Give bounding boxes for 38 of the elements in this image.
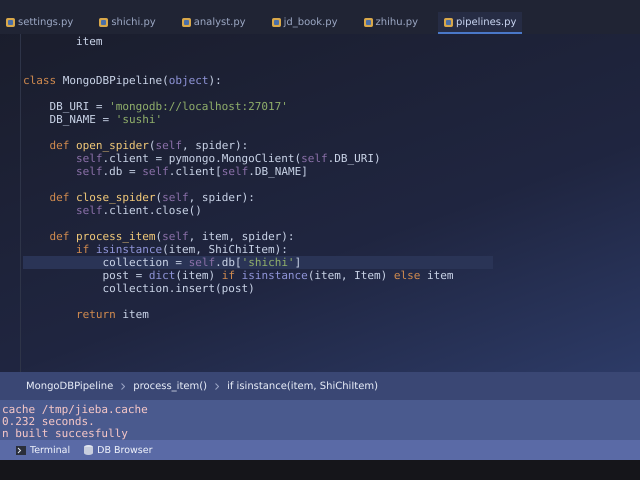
file-tab[interactable]: settings.py bbox=[0, 12, 80, 32]
python-file-icon bbox=[182, 18, 191, 26]
code-line: def open_spider(self, spider): bbox=[48, 139, 250, 152]
code-line: self.db = self.client[self.DB_NAME] bbox=[74, 165, 309, 178]
python-file-icon bbox=[272, 18, 281, 26]
code-line: item bbox=[74, 35, 104, 48]
console-line: cache /tmp/jieba.cache bbox=[2, 404, 149, 416]
code-line: collection.insert(post) bbox=[101, 282, 256, 295]
breadcrumb-item[interactable]: MongoDBPipeline bbox=[26, 380, 114, 392]
breadcrumb-item[interactable]: if isinstance(item, ShiChiItem) bbox=[227, 380, 378, 392]
tool-tab[interactable]: Terminal bbox=[16, 444, 70, 456]
file-tab[interactable]: pipelines.py bbox=[438, 12, 522, 34]
code-line: class MongoDBPipeline(object): bbox=[23, 74, 223, 87]
code-line: DB_URI = 'mongodb://localhost:27017' bbox=[48, 100, 289, 113]
code-line: self.client = pymongo.MongoClient(self.DB_URI) bbox=[74, 152, 382, 165]
python-file-icon bbox=[364, 18, 373, 26]
file-tab[interactable]: analyst.py bbox=[176, 12, 252, 32]
python-file-icon bbox=[99, 18, 108, 26]
code-line: DB_NAME = 'sushi' bbox=[48, 113, 164, 126]
tool-tab[interactable]: DB Browser bbox=[84, 444, 153, 456]
code-line: def process_item(self, item, spider): bbox=[48, 230, 296, 243]
console-line: 0.232 seconds. bbox=[2, 416, 95, 428]
python-file-icon bbox=[444, 18, 454, 26]
python-file-icon bbox=[6, 18, 15, 26]
code-line: post = dict(item) if isinstance(item, Item) else item bbox=[101, 269, 455, 282]
code-line: if isinstance(item, ShiChiItem): bbox=[74, 243, 289, 256]
file-tab[interactable]: jd_book.py bbox=[266, 12, 344, 32]
code-line: return item bbox=[74, 308, 150, 321]
terminal-icon bbox=[16, 446, 26, 454]
code-line: def close_spider(self, spider): bbox=[48, 191, 256, 204]
database-icon bbox=[84, 445, 94, 455]
file-tab[interactable]: shichi.py bbox=[93, 12, 162, 32]
breadcrumb-item[interactable]: process_item() bbox=[133, 380, 208, 392]
console-line: n built succesfully bbox=[2, 428, 129, 440]
file-tab[interactable]: zhihu.py bbox=[358, 12, 424, 32]
chevron-icon bbox=[215, 382, 220, 390]
code-line: self.client.close() bbox=[74, 204, 203, 217]
chevron-icon bbox=[121, 382, 126, 390]
